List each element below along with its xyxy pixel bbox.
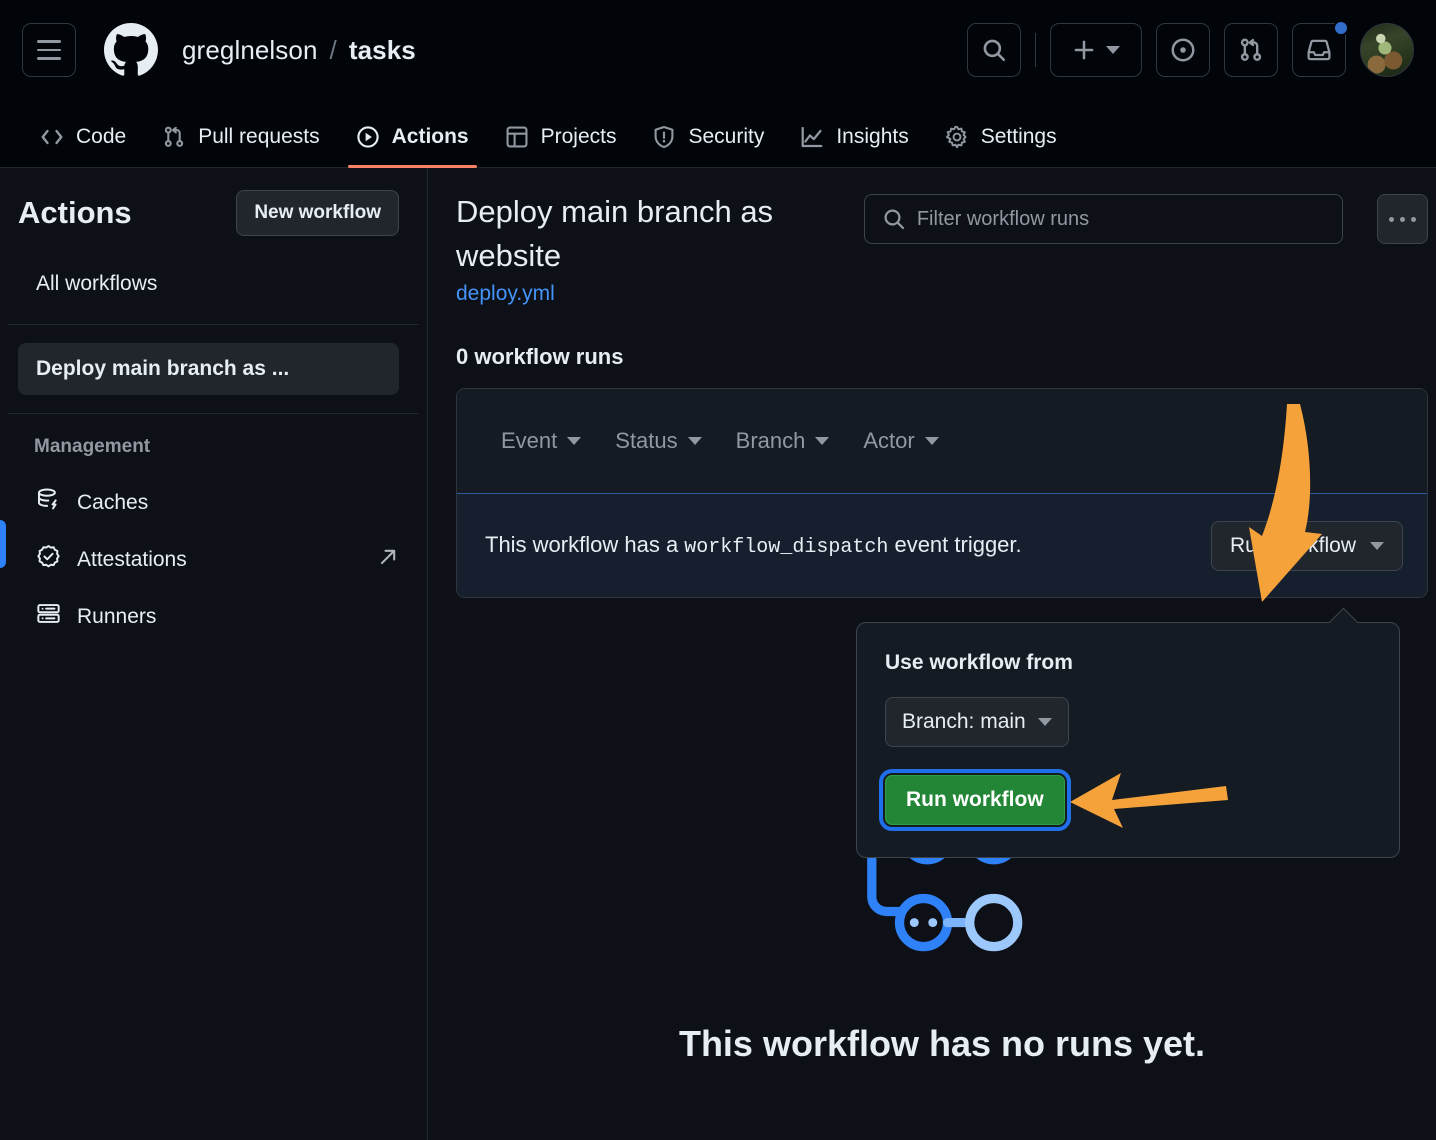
tab-pull-requests-label: Pull requests xyxy=(198,125,320,148)
actions-sidebar: Actions New workflow All workflows Deplo… xyxy=(0,168,428,1140)
tab-security[interactable]: Security xyxy=(634,125,782,167)
branch-select-button[interactable]: Branch: main xyxy=(885,697,1069,747)
search-button[interactable] xyxy=(967,23,1021,77)
chevron-down-icon xyxy=(815,437,830,446)
cache-icon xyxy=(36,487,61,518)
sidebar-item-runners-label: Runners xyxy=(77,604,157,628)
github-actions-page: greglnelson / tasks Code Pull requests A… xyxy=(0,0,1436,1140)
tab-code-label: Code xyxy=(76,125,127,148)
workflow-dispatch-notice: This workflow has a workflow_dispatch ev… xyxy=(457,493,1427,598)
sidebar-item-caches[interactable]: Caches xyxy=(0,474,427,531)
sidebar-item-attestations[interactable]: Attestations xyxy=(0,531,427,588)
chevron-down-icon xyxy=(1370,541,1384,550)
sidebar-item-deploy-main-branch[interactable]: Deploy main branch as ... xyxy=(18,343,399,395)
breadcrumb-owner[interactable]: greglnelson xyxy=(182,35,318,66)
tab-pull-requests[interactable]: Pull requests xyxy=(144,125,337,167)
tab-code[interactable]: Code xyxy=(22,125,144,167)
filter-branch-label: Branch xyxy=(735,428,806,454)
sidebar-item-all-workflows[interactable]: All workflows xyxy=(0,262,427,306)
breadcrumb-separator: / xyxy=(329,34,337,65)
breadcrumb-repo[interactable]: tasks xyxy=(349,35,416,66)
tab-security-label: Security xyxy=(688,125,765,148)
filter-workflow-runs-input[interactable] xyxy=(863,194,1344,244)
filter-status-label: Status xyxy=(615,428,678,454)
sidebar-divider-1 xyxy=(8,324,419,325)
filter-event-label: Event xyxy=(501,428,558,454)
filter-status-dropdown[interactable]: Status xyxy=(605,422,711,460)
tab-projects-label: Projects xyxy=(540,125,617,148)
workflow-file-link[interactable]: deploy.yml xyxy=(456,282,555,306)
tab-settings-label: Settings xyxy=(980,125,1057,148)
chevron-down-icon xyxy=(1106,46,1120,54)
notice-code: workflow_dispatch xyxy=(684,536,889,560)
external-link-icon xyxy=(377,546,399,574)
runs-filter-row: Event Status Branch Actor xyxy=(457,389,1427,494)
tab-insights[interactable]: Insights xyxy=(782,125,926,167)
notifications-button[interactable] xyxy=(1292,20,1349,77)
hamburger-menu-icon[interactable] xyxy=(22,23,76,77)
tab-insights-label: Insights xyxy=(836,125,909,148)
sidebar-title: Actions xyxy=(18,195,132,230)
issues-button[interactable] xyxy=(1156,23,1210,77)
filter-runs-wrapper xyxy=(863,194,1344,244)
kebab-dot xyxy=(1389,216,1395,222)
workflow-dispatch-notice-text: This workflow has a workflow_dispatch ev… xyxy=(485,532,1022,559)
tab-projects[interactable]: Projects xyxy=(487,125,635,167)
tab-actions-label: Actions xyxy=(391,125,469,148)
empty-state-title: This workflow has no runs yet. xyxy=(678,1023,1206,1064)
repo-nav: Code Pull requests Actions Projects Secu… xyxy=(0,100,1436,168)
notice-prefix: This workflow has a xyxy=(485,532,685,558)
tab-settings[interactable]: Settings xyxy=(927,125,1075,167)
breadcrumb: greglnelson / tasks xyxy=(182,35,416,66)
sidebar-item-caches-label: Caches xyxy=(77,490,149,514)
new-workflow-button[interactable]: New workflow xyxy=(236,190,399,236)
notice-suffix: event trigger. xyxy=(888,532,1022,558)
kebab-dot xyxy=(1411,216,1417,222)
run-workflow-dropdown-label: Run workflow xyxy=(1229,533,1356,557)
chevron-down-icon xyxy=(924,437,939,446)
filter-actor-dropdown[interactable]: Actor xyxy=(853,422,948,460)
create-new-button[interactable] xyxy=(1050,23,1142,77)
filter-actor-label: Actor xyxy=(863,428,915,454)
page-title: Deploy main branch as website xyxy=(456,194,774,274)
pull-requests-button[interactable] xyxy=(1224,23,1278,77)
run-workflow-submit-button[interactable]: Run workflow xyxy=(879,769,1071,831)
sidebar-section-management: Management xyxy=(34,436,151,457)
sidebar-item-attestations-label: Attestations xyxy=(77,547,187,571)
notification-badge-dot xyxy=(1333,20,1349,36)
header-divider xyxy=(1035,33,1036,67)
workflow-header: Deploy main branch as website deploy.yml xyxy=(456,190,1436,306)
github-logo-icon[interactable] xyxy=(104,23,158,77)
branch-select-label: Branch: main xyxy=(902,710,1026,733)
filter-branch-dropdown[interactable]: Branch xyxy=(726,422,840,460)
more-options-button[interactable] xyxy=(1377,194,1428,244)
chevron-down-icon xyxy=(567,437,582,446)
tab-actions[interactable]: Actions xyxy=(338,125,487,168)
chevron-down-icon xyxy=(687,437,702,446)
sidebar-item-runners[interactable]: Runners xyxy=(0,588,427,645)
kebab-dot xyxy=(1400,216,1406,222)
global-header: greglnelson / tasks xyxy=(0,0,1436,100)
sidebar-divider-2 xyxy=(8,413,419,414)
avatar[interactable] xyxy=(1360,23,1414,77)
run-workflow-dropdown-button[interactable]: Run workflow xyxy=(1210,520,1403,571)
filter-event-dropdown[interactable]: Event xyxy=(491,422,591,460)
sidebar-header: Actions New workflow xyxy=(0,190,427,236)
selected-item-indicator xyxy=(0,520,6,568)
run-workflow-panel: Use workflow from Branch: main Run workf… xyxy=(856,622,1400,858)
workflow-runs-count: 0 workflow runs xyxy=(456,344,624,370)
use-workflow-from-label: Use workflow from xyxy=(885,651,1073,674)
header-actions xyxy=(967,20,1414,77)
workflow-runs-panel: Event Status Branch Actor This workflow … xyxy=(456,388,1428,599)
chevron-down-icon xyxy=(1037,718,1052,726)
verified-icon xyxy=(36,544,61,575)
server-icon xyxy=(36,601,61,632)
